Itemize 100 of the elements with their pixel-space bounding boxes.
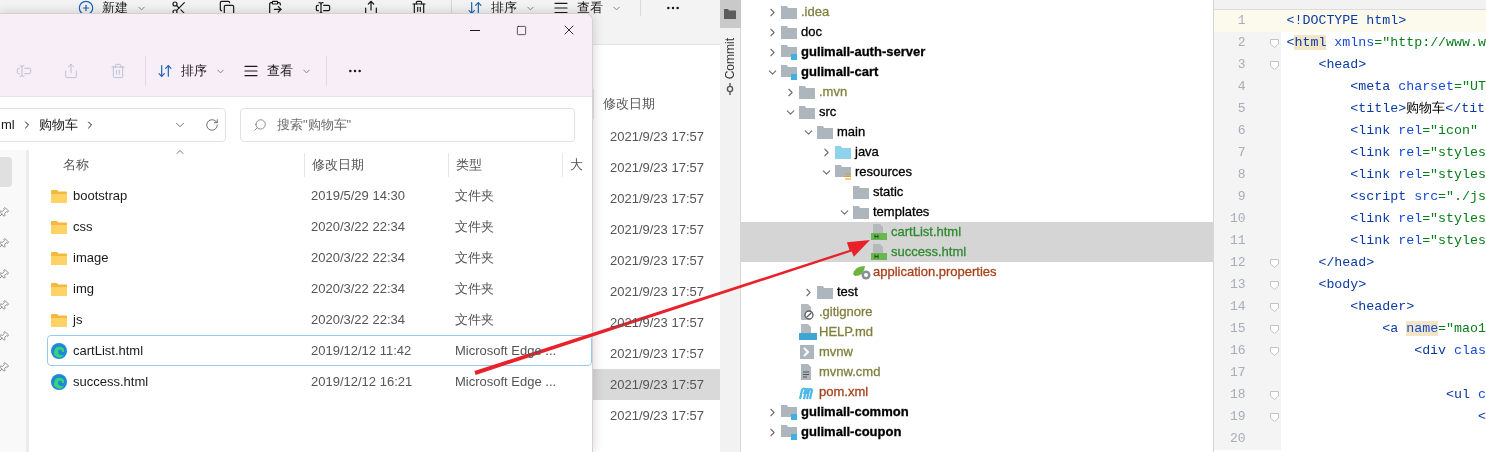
file-row[interactable]: js 2020/3/22 22:34 文件夹 [47,304,592,335]
line-number: 7 [1236,144,1246,163]
modified-date: 2019/12/12 11:42 [310,341,413,360]
tree-item[interactable]: .gitignore [741,302,1214,322]
file-row[interactable]: 2021/9/23 17:57 [593,214,720,245]
tree-item[interactable]: test [741,282,1214,302]
code-line: <link rel="icon" [1349,122,1478,141]
search-icon [253,118,267,132]
tree-item[interactable]: static [741,182,1214,202]
paste-icon [267,0,283,16]
tree-item[interactable]: gulimall-auth-server [741,42,1214,62]
file-row[interactable]: 2021/9/23 17:57 [593,245,720,276]
delete-icon [411,0,427,16]
column-header[interactable]: 类型 [456,155,482,175]
tree-item-label: pom.xml [819,383,869,402]
code-line: <body> [1317,276,1367,295]
fold-icon[interactable] [1270,390,1279,400]
source-folder-icon [835,145,851,159]
fold-icon[interactable] [1270,412,1279,422]
module-folder-icon [781,424,797,440]
tree-item[interactable]: mvnw.cmd [741,362,1214,382]
line-number: 5 [1236,100,1246,119]
file-row[interactable]: css 2020/3/22 22:34 文件夹 [47,211,592,242]
fold-icon[interactable] [1270,302,1279,312]
fold-icon[interactable] [1270,60,1279,70]
view-button[interactable]: 查看 [542,0,632,16]
commit-icon [725,83,735,96]
view-button[interactable]: 查看 [232,51,322,91]
column-header[interactable]: 修改日期 [603,94,655,114]
file-row[interactable]: 2021/9/23 17:57 [593,276,720,307]
settings-file-icon [853,264,871,280]
sort-button[interactable]: 排序 [460,0,542,16]
breadcrumb[interactable]: ml [1,115,15,135]
tree-item[interactable]: src [741,102,1214,122]
code-line: <link rel="styles [1349,144,1486,163]
share-icon [363,0,379,16]
fold-icon[interactable] [1270,258,1279,268]
tree-item[interactable]: doc [741,22,1214,42]
fold-icon[interactable] [1270,346,1279,356]
breadcrumb[interactable]: 购物车 [38,115,78,135]
tree-item[interactable]: application.properties [741,262,1214,282]
new-button[interactable]: 新建 [70,0,155,16]
file-row[interactable]: 2021/9/23 17:57 [593,152,720,183]
fold-icon[interactable] [1270,38,1279,48]
code-line: <div clas [1413,342,1486,361]
code-line: <html xmlns="http://www.w [1286,34,1486,53]
tree-item[interactable]: pom.xml [741,382,1214,402]
line-number: 12 [1228,254,1246,273]
file-row[interactable]: img 2020/3/22 22:34 文件夹 [47,273,592,304]
folder-icon [853,205,869,219]
file-row[interactable]: bootstrap 2019/5/29 14:30 文件夹 [47,180,592,211]
tree-item[interactable]: HELP.md [741,322,1214,342]
tree-item[interactable]: gulimall-coupon [741,422,1214,442]
tree-item[interactable]: main [741,122,1214,142]
address-bar[interactable]: ml 购物车 [0,108,226,142]
fold-icon[interactable] [1270,324,1279,334]
tree-item[interactable]: .idea [741,2,1214,22]
refresh-icon[interactable] [205,118,219,132]
file-row[interactable]: 2021/9/23 17:57 [593,121,720,152]
tree-item[interactable]: gulimall-cart [741,62,1214,82]
folder-icon [817,125,833,139]
column-header[interactable]: 大 [570,155,583,175]
tree-item[interactable]: java [741,142,1214,162]
sort-button[interactable]: 排序 [150,51,232,91]
file-row[interactable]: 2021/9/23 17:57 [593,338,720,369]
file-name: css [73,217,93,236]
column-header[interactable]: 修改日期 [312,155,364,175]
project-tool-button[interactable] [719,0,741,28]
file-row[interactable]: 2021/9/23 17:57 [593,183,720,214]
tree-item[interactable]: .mvn [741,82,1214,102]
column-header[interactable]: 名称 [63,155,89,175]
file-row[interactable]: 2021/9/23 17:57 [593,400,720,431]
module-folder-icon [781,44,797,60]
folder-icon [51,312,67,327]
file-row[interactable]: success.html 2019/12/12 16:21 Microsoft Edge ... [47,366,592,397]
search-field[interactable]: 搜索"购物车" [240,108,575,142]
code-line: <script src="./js [1349,188,1486,207]
commit-tab[interactable]: Commit [721,38,739,96]
line-number: 4 [1236,78,1246,97]
line-number: 9 [1236,188,1246,207]
tree-item[interactable]: gulimall-common [741,402,1214,422]
file-row[interactable]: cartList.html 2019/12/12 11:42 Microsoft Edge ... [47,335,592,366]
search-input[interactable]: 搜索"购物车" [277,115,574,135]
line-number: 15 [1228,320,1246,339]
file-type: 文件夹 [455,186,494,205]
fold-icon[interactable] [1270,280,1279,290]
file-row[interactable]: 2021/9/23 17:57 [593,369,720,400]
folder-icon [817,285,833,299]
tree-item[interactable]: mvnw [741,342,1214,362]
tree-item-label: main [837,123,866,142]
folder-icon [781,25,797,39]
tree-item[interactable]: templates [741,202,1214,222]
maximize-icon [516,24,527,36]
line-number: 14 [1228,298,1246,317]
file-type: Microsoft Edge ... [455,372,557,391]
tree-item[interactable]: resources [741,162,1214,182]
tree-item-label: static [873,183,904,202]
line-number: 20 [1228,430,1246,449]
file-row[interactable]: image 2020/3/22 22:34 文件夹 [47,242,592,273]
modified-date: 2020/3/22 22:34 [310,310,406,329]
